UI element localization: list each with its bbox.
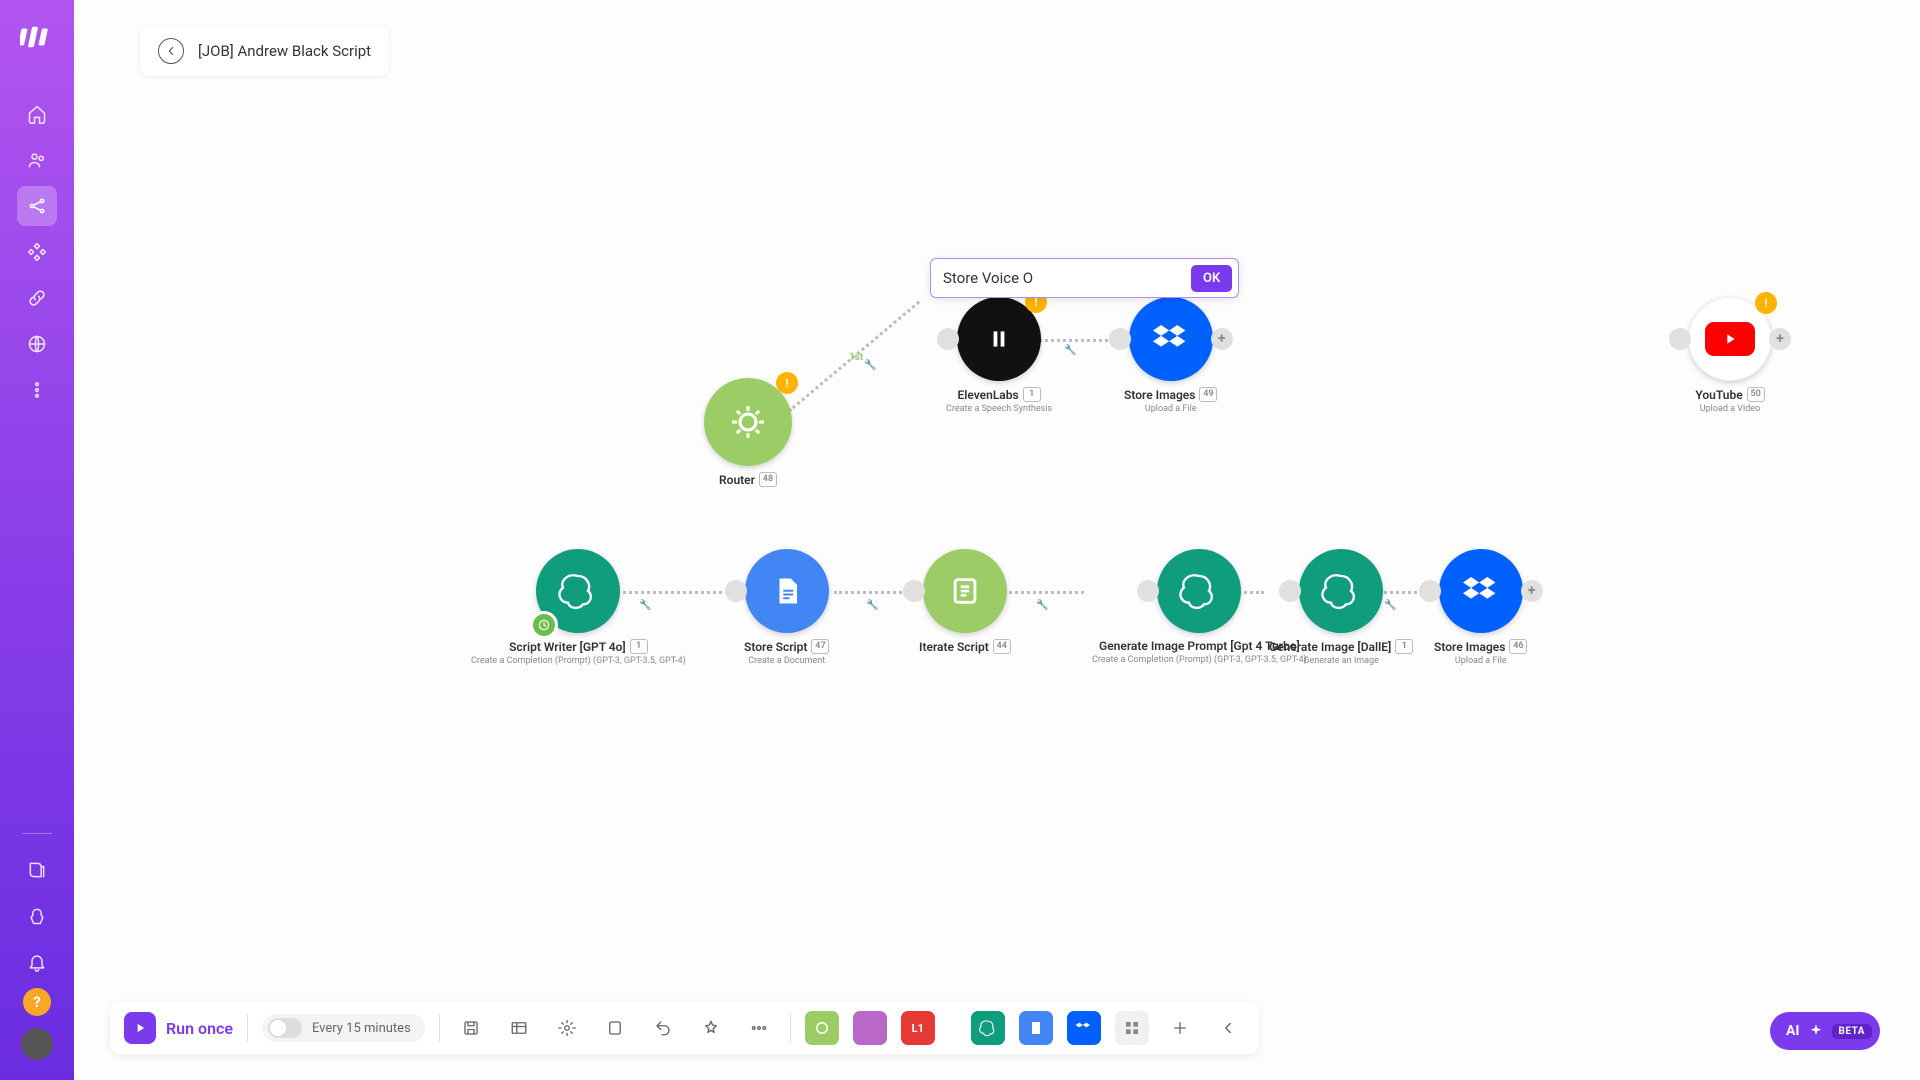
module-chip-all[interactable] (1115, 1011, 1149, 1045)
schedule-toggle[interactable]: Every 15 minutes (262, 1014, 425, 1042)
more-button[interactable] (742, 1011, 776, 1045)
filter-icon[interactable]: 🔧 (864, 360, 876, 371)
nav-templates[interactable] (17, 232, 57, 272)
module-chip-openai[interactable] (971, 1011, 1005, 1045)
module-chip-tools[interactable] (853, 1011, 887, 1045)
node-store-voice[interactable]: + Store Images49 Upload a File (1124, 297, 1217, 414)
trigger-clock-icon[interactable] (530, 611, 558, 639)
badge-icon: ! (776, 372, 798, 394)
add-route-icon[interactable]: + (1769, 328, 1791, 350)
badge-icon: ! (1755, 292, 1777, 314)
node-youtube[interactable]: !+ YouTube50 Upload a Video (1688, 297, 1772, 414)
node-elevenlabs[interactable]: ! ElevenLabs1 Create a Speech Synthesis (946, 297, 1052, 414)
nav-bottom: ? (17, 823, 57, 1060)
nav-notifications[interactable] (17, 942, 57, 982)
filter-icon[interactable]: 🔧 (1036, 600, 1048, 611)
add-route-icon[interactable]: + (1211, 328, 1233, 350)
nav-whatsnew[interactable] (17, 896, 57, 936)
filter-icon[interactable]: 🔧 (866, 600, 878, 611)
rename-input[interactable] (943, 269, 1183, 287)
nav-webhooks[interactable] (17, 324, 57, 364)
sidebar: ? (0, 0, 74, 1080)
module-chip-docs[interactable] (1019, 1011, 1053, 1045)
add-route-icon[interactable]: + (1521, 580, 1543, 602)
nav-help[interactable]: ? (23, 988, 51, 1016)
user-avatar[interactable] (21, 1028, 53, 1060)
ai-assistant-button[interactable]: AI BETA (1770, 1012, 1880, 1050)
rename-ok-button[interactable]: OK (1191, 265, 1232, 292)
collapse-toolbar-button[interactable] (1211, 1011, 1245, 1045)
add-module-button[interactable] (1163, 1011, 1197, 1045)
module-chip-l1[interactable]: L1 (901, 1011, 935, 1045)
node-store-images[interactable]: + Store Images46 Upload a File (1434, 549, 1527, 666)
run-once-button[interactable]: Run once (124, 1012, 233, 1044)
settings-button[interactable] (550, 1011, 584, 1045)
node-router[interactable]: ! Router48 (704, 378, 792, 487)
scenario-canvas[interactable]: 🔧 1st 🔧 🔧 🔧 🔧 🔧 🔧 ! Router48 ! ElevenLab… (74, 0, 1920, 1080)
module-chip-dropbox[interactable] (1067, 1011, 1101, 1045)
table-button[interactable] (502, 1011, 536, 1045)
filter-icon[interactable]: 🔧 (1064, 345, 1076, 356)
node-iterate[interactable]: Iterate Script44 (919, 549, 1011, 654)
module-chip-iterator[interactable] (805, 1011, 839, 1045)
auto-align-button[interactable] (694, 1011, 728, 1045)
nav-docs[interactable] (17, 850, 57, 890)
nav-team[interactable] (17, 140, 57, 180)
make-logo (20, 20, 54, 54)
toggle-switch[interactable] (268, 1018, 302, 1038)
nav-home[interactable] (17, 94, 57, 134)
scenario-title[interactable]: [JOB] Andrew Black Script (198, 42, 371, 60)
node-generate-image[interactable]: Generate Image [DallE]1 Generate an Imag… (1269, 549, 1413, 666)
node-script-writer[interactable]: Script Writer [GPT 4o]1 Create a Complet… (471, 549, 686, 666)
rename-popup: OK (930, 258, 1239, 298)
save-button[interactable] (454, 1011, 488, 1045)
edge-label: 1st (849, 352, 863, 363)
play-icon (124, 1012, 156, 1044)
bottom-toolbar: Run once Every 15 minutes L1 (110, 1002, 1259, 1054)
back-button[interactable] (158, 38, 184, 64)
nav-connections[interactable] (17, 278, 57, 318)
nav-scenarios[interactable] (17, 186, 57, 226)
undo-button[interactable] (646, 1011, 680, 1045)
sparkle-icon (1808, 1023, 1824, 1039)
breadcrumb-bar: [JOB] Andrew Black Script (140, 26, 389, 76)
nav-more[interactable] (17, 370, 57, 410)
notes-button[interactable] (598, 1011, 632, 1045)
node-store-script[interactable]: Store Script47 Create a Document (744, 549, 829, 666)
nav-top (17, 94, 57, 410)
